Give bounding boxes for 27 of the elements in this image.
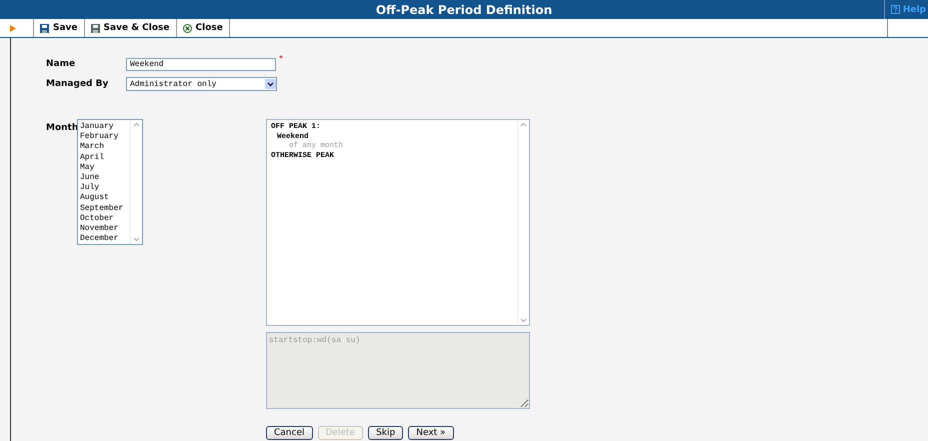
month-option[interactable]: December [80, 234, 130, 244]
field-label: Managed By [46, 79, 110, 89]
month-option[interactable]: April [80, 152, 130, 163]
month-option[interactable]: August [80, 193, 130, 204]
form-button[interactable]: Cancel [266, 426, 312, 440]
month-option[interactable]: July [80, 183, 130, 194]
managed-by-dropdown[interactable]: Administrator only [126, 77, 277, 91]
help-icon [890, 5, 900, 14]
month-option[interactable]: June [80, 173, 130, 184]
month-option[interactable]: November [80, 224, 130, 234]
field-label: Name [46, 59, 76, 69]
month-listbox[interactable]: January February March April May June July August September October November December [77, 119, 143, 245]
form-button[interactable]: Skip [368, 426, 404, 440]
chevron-down-icon [267, 82, 274, 86]
month-option[interactable]: February [80, 132, 130, 142]
close-icon [182, 24, 192, 32]
month-option[interactable]: May [80, 162, 130, 174]
month-option[interactable]: March [80, 142, 130, 153]
required-mark: * [279, 54, 283, 63]
field-label: Month [46, 123, 77, 135]
month-option[interactable]: October [80, 214, 130, 224]
month-option[interactable]: January [80, 122, 130, 132]
month-option[interactable]: September [80, 204, 130, 214]
form-button[interactable]: Next » [408, 426, 454, 440]
window-title: Off-Peak Period Definition [374, 2, 554, 16]
name-field[interactable]: Weekend [126, 58, 276, 70]
play-arrow-icon [10, 24, 16, 32]
